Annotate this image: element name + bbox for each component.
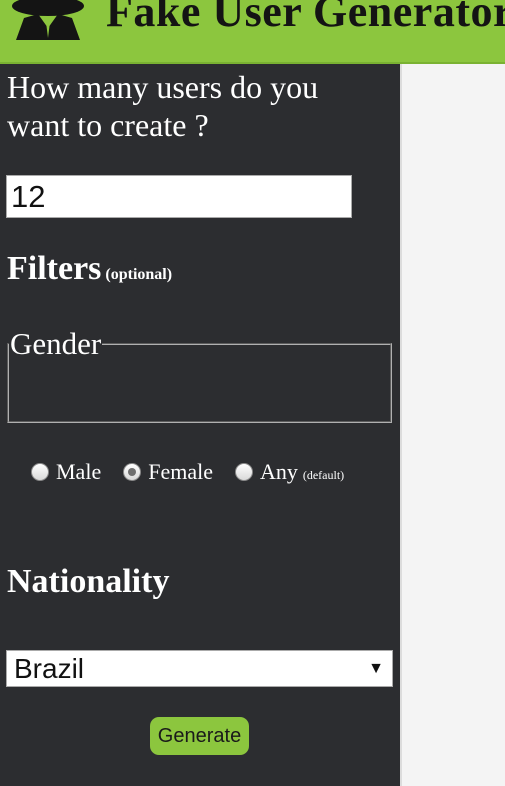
female-radio[interactable] — [123, 463, 142, 481]
generate-button[interactable]: Generate — [150, 717, 249, 755]
any-radio[interactable] — [234, 463, 253, 481]
male-label: Male — [56, 459, 102, 484]
filters-heading: Filters (optional) — [7, 250, 172, 288]
filters-optional-note: (optional) — [105, 266, 173, 283]
gender-option-male[interactable]: Male — [31, 459, 101, 485]
any-default-note: (default) — [302, 467, 345, 482]
gender-option-any[interactable]: Any (default) — [234, 459, 345, 485]
female-label: Female — [148, 459, 213, 484]
app-title: Fake User Generator — [106, 0, 505, 36]
gender-legend: Gender — [10, 326, 102, 361]
nationality-select[interactable]: Brazil ▼ — [6, 650, 393, 687]
nationality-heading: Nationality — [7, 563, 170, 600]
header-bar: Fake User Generator — [0, 0, 505, 64]
dropdown-arrow-icon: ▼ — [368, 660, 384, 677]
filters-title: Filters — [7, 250, 102, 287]
nationality-selected-value: Brazil — [14, 653, 85, 684]
user-count-question: How many users do you want to create ? — [7, 69, 319, 143]
gender-fieldset: Gender — [7, 326, 392, 423]
gender-options: Male Female Any (default) — [31, 459, 366, 485]
user-count-input[interactable] — [6, 175, 352, 218]
panel-divider — [400, 64, 402, 786]
any-label: Any — [259, 459, 298, 484]
male-radio[interactable] — [31, 463, 49, 481]
spy-icon — [12, 0, 84, 40]
gender-option-female[interactable]: Female — [123, 459, 213, 485]
